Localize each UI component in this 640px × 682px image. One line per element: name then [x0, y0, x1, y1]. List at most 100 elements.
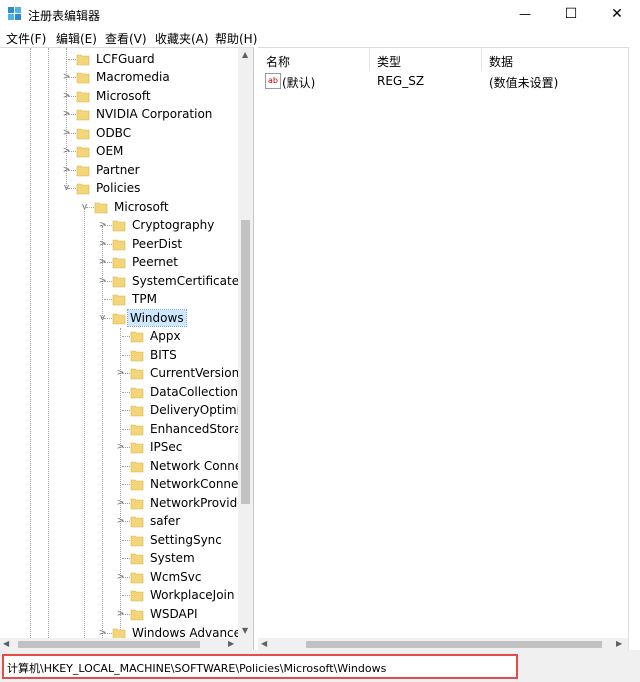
- regedit-app-icon: [8, 7, 21, 20]
- tree-item-label: SettingSync: [150, 533, 222, 547]
- scroll-right-icon[interactable]: ▶: [228, 639, 234, 648]
- folder-icon: [130, 553, 144, 565]
- folder-icon: [76, 54, 90, 66]
- folder-icon: [76, 128, 90, 140]
- tree-item-label: safer: [150, 514, 181, 528]
- tree-item-label: Windows: [127, 309, 187, 327]
- tree-item-label: LCFGuard: [96, 52, 155, 66]
- column-header-type[interactable]: 类型: [377, 53, 401, 70]
- tree-item-label: Appx: [150, 329, 181, 343]
- folder-icon: [76, 91, 90, 103]
- menu-favorites[interactable]: 收藏夹(A): [155, 30, 209, 47]
- menu-edit[interactable]: 编辑(E): [56, 30, 97, 47]
- folder-icon: [130, 609, 144, 621]
- tree-item-label: WcmSvc: [150, 570, 202, 584]
- folder-icon: [76, 109, 90, 121]
- menu-help[interactable]: 帮助(H): [215, 30, 257, 47]
- tree-item-label: EnhancedStorag: [150, 422, 249, 436]
- value-name[interactable]: (默认): [282, 74, 315, 91]
- tree-item-label: Microsoft: [96, 89, 151, 103]
- folder-open-icon: [94, 202, 108, 214]
- folder-icon: [130, 331, 144, 343]
- tree-item-label: Macromedia: [96, 70, 170, 84]
- tree-guide-line: [84, 208, 85, 638]
- window-title: 注册表编辑器: [28, 9, 101, 23]
- tree-item-label: WorkplaceJoin: [150, 588, 235, 602]
- scroll-left-icon[interactable]: ◀: [3, 639, 9, 648]
- folder-icon: [130, 535, 144, 547]
- scroll-down-icon[interactable]: ▼: [242, 626, 248, 635]
- tree-guide-line: [48, 48, 49, 638]
- tree-item-label: Cryptography: [132, 218, 215, 232]
- folder-icon: [130, 479, 144, 491]
- tree-item-label: CurrentVersion: [150, 366, 240, 380]
- scroll-up-icon[interactable]: ▲: [242, 50, 248, 59]
- title-bar: 注册表编辑器 — ☐ ✕: [0, 0, 640, 28]
- folder-icon: [76, 146, 90, 158]
- tree-item-label: SystemCertificates: [132, 274, 246, 288]
- folder-icon: [130, 572, 144, 584]
- menu-file[interactable]: 文件(F): [6, 30, 46, 47]
- tree-item-label: System: [150, 551, 195, 565]
- status-bar: 计算机\HKEY_LOCAL_MACHINE\SOFTWARE\Policies…: [0, 650, 640, 682]
- menu-bar: 文件(F) 编辑(E) 查看(V) 收藏夹(A) 帮助(H): [0, 28, 640, 47]
- folder-icon: [130, 590, 144, 602]
- close-icon: ✕: [611, 6, 623, 22]
- tree-item-label: Policies: [96, 181, 141, 195]
- folder-icon: [130, 498, 144, 510]
- scroll-left-icon[interactable]: ◀: [261, 639, 267, 648]
- value-data: (数值未设置): [489, 76, 559, 90]
- tree-item-label: IPSec: [150, 440, 183, 454]
- tree-item-label: ODBC: [96, 126, 132, 140]
- folder-open-icon: [112, 313, 126, 325]
- folder-icon: [112, 257, 126, 269]
- folder-icon: [76, 72, 90, 84]
- minimize-button[interactable]: —: [502, 0, 548, 28]
- folder-icon: [130, 405, 144, 417]
- tree-item-label: NetworkConnect: [150, 477, 250, 491]
- menu-view[interactable]: 查看(V): [105, 30, 147, 47]
- folder-icon: [130, 424, 144, 436]
- minimize-icon: —: [519, 7, 531, 21]
- tree-item-label: BITS: [150, 348, 177, 362]
- registry-path: 计算机\HKEY_LOCAL_MACHINE\SOFTWARE\Policies…: [7, 662, 387, 675]
- folder-icon: [130, 442, 144, 454]
- close-button[interactable]: ✕: [594, 0, 640, 28]
- folder-icon: [112, 294, 126, 306]
- tree-item-label: PeerDist: [132, 237, 183, 251]
- folder-icon: [130, 516, 144, 528]
- tree-item-label: Network Connec: [150, 459, 249, 473]
- folder-icon: [130, 368, 144, 380]
- folder-icon: [112, 276, 126, 288]
- tree-item-label: Microsoft: [114, 200, 169, 214]
- maximize-icon: ☐: [564, 6, 578, 22]
- tree-item-label: OEM: [96, 144, 124, 158]
- tree-item-label: NVIDIA Corporation: [96, 107, 213, 121]
- scroll-right-icon[interactable]: ▶: [616, 639, 622, 648]
- values-pane[interactable]: 名称 类型 数据 ab (默认) REG_SZ (数值未设置) ◀ ▶: [258, 47, 628, 651]
- tree-item-label: Peernet: [132, 255, 178, 269]
- folder-icon: [112, 220, 126, 232]
- maximize-button[interactable]: ☐: [548, 0, 594, 28]
- tree-horizontal-scroll-thumb[interactable]: [18, 641, 200, 648]
- value-type: REG_SZ: [377, 74, 425, 88]
- values-horizontal-scroll-thumb[interactable]: [306, 641, 602, 648]
- folder-icon: [130, 461, 144, 473]
- column-header-name[interactable]: 名称: [266, 53, 290, 70]
- tree-item-label: Partner: [96, 163, 140, 177]
- tree-item-label: DataCollection: [150, 385, 239, 399]
- tree-guide-line: [30, 48, 31, 638]
- registry-tree[interactable]: LCFGuard > Macromedia > Microsoft > NVIDIA …: [0, 47, 254, 651]
- folder-icon: [130, 387, 144, 399]
- column-divider[interactable]: [481, 48, 482, 70]
- tree-vertical-scroll-thumb[interactable]: [241, 220, 250, 504]
- string-value-icon: ab: [265, 73, 281, 89]
- folder-icon: [76, 165, 90, 177]
- column-divider[interactable]: [369, 48, 370, 70]
- folder-icon: [130, 350, 144, 362]
- tree-vertical-scrollbar[interactable]: ▲ ▼: [238, 48, 253, 638]
- tree-item-label: NetworkProvider: [150, 496, 250, 510]
- address-bar[interactable]: 计算机\HKEY_LOCAL_MACHINE\SOFTWARE\Policies…: [2, 654, 518, 679]
- folder-open-icon: [76, 183, 90, 195]
- column-header-data[interactable]: 数据: [489, 53, 513, 70]
